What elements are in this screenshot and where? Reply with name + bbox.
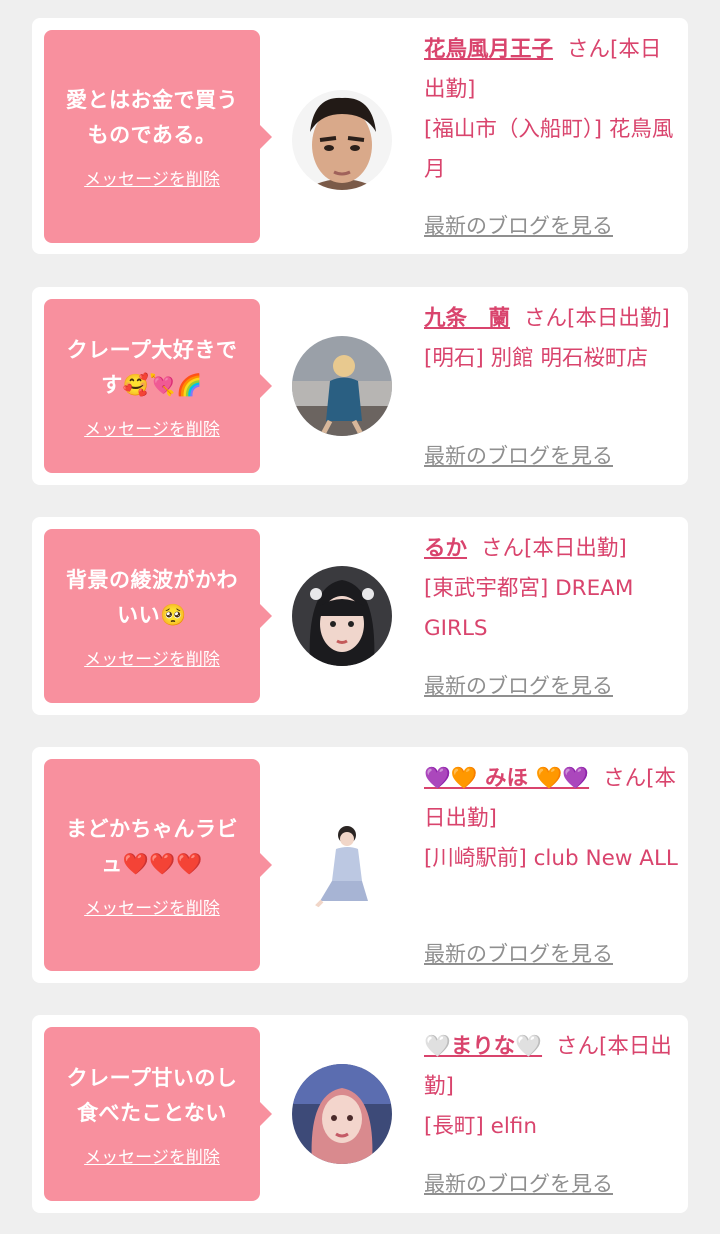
latest-blog-link[interactable]: 最新のブログを見る bbox=[424, 440, 613, 470]
avatar-photo bbox=[292, 566, 392, 666]
delete-message-link[interactable]: メッセージを削除 bbox=[84, 415, 220, 440]
cast-info: るか さん[本日出勤] [東武宇都宮] DREAM GIRLS bbox=[424, 529, 680, 649]
message-text: クレープ大好きです🥰💘🌈 bbox=[66, 337, 238, 397]
avatar-photo bbox=[292, 90, 392, 190]
message-card: クレープ大好きです🥰💘🌈 メッセージを削除 九条 蘭さん[本日出勤] [明石] … bbox=[32, 287, 688, 485]
cast-info: 💜🧡 みほ 🧡💜 さん[本日出勤] [川崎駅前] club New ALL bbox=[424, 759, 680, 879]
latest-blog-link[interactable]: 最新のブログを見る bbox=[424, 210, 613, 240]
cast-name-link[interactable]: 花鳥風月王子 bbox=[424, 37, 553, 62]
cast-name-link[interactable]: 🤍まりな🤍 bbox=[424, 1034, 542, 1059]
cast-name-link[interactable]: るか bbox=[424, 536, 467, 561]
cast-location: [川崎駅前] club New ALL bbox=[424, 846, 678, 871]
avatar[interactable] bbox=[292, 90, 392, 190]
message-text: まどかちゃんラビュ❤️❤️❤️ bbox=[66, 816, 238, 876]
cast-name-link[interactable]: 九条 蘭 bbox=[424, 306, 510, 331]
message-bubble: クレープ甘いのし食べたことない メッセージを削除 bbox=[44, 1027, 272, 1201]
cast-status: さん[本日出勤] bbox=[524, 306, 670, 331]
latest-blog-link[interactable]: 最新のブログを見る bbox=[424, 938, 613, 968]
cast-info: 九条 蘭さん[本日出勤] [明石] 別館 明石桜町店 bbox=[424, 299, 680, 379]
delete-message-link[interactable]: メッセージを削除 bbox=[84, 894, 220, 919]
latest-blog-link[interactable]: 最新のブログを見る bbox=[424, 670, 613, 700]
avatar[interactable] bbox=[292, 566, 392, 666]
cast-info: 花鳥風月王子 さん[本日出勤] [福山市（入船町）] 花鳥風月 bbox=[424, 30, 680, 190]
latest-blog-link[interactable]: 最新のブログを見る bbox=[424, 1168, 613, 1198]
cast-status: さん[本日出勤] bbox=[481, 536, 627, 561]
delete-message-link[interactable]: メッセージを削除 bbox=[84, 645, 220, 670]
avatar-photo bbox=[292, 336, 392, 436]
avatar-photo bbox=[292, 813, 392, 913]
message-bubble: 背景の綾波がかわいい🥺 メッセージを削除 bbox=[44, 529, 272, 703]
cast-location: [長町] elfin bbox=[424, 1114, 537, 1139]
message-bubble: クレープ大好きです🥰💘🌈 メッセージを削除 bbox=[44, 299, 272, 473]
message-card: クレープ甘いのし食べたことない メッセージを削除 🤍まりな🤍 さん[本日出勤] [… bbox=[32, 1015, 688, 1213]
cast-location: [東武宇都宮] DREAM GIRLS bbox=[424, 576, 634, 641]
cast-location: [福山市（入船町）] 花鳥風月 bbox=[424, 117, 674, 182]
message-text: 愛とはお金で買うものである。 bbox=[66, 88, 238, 147]
message-card: 愛とはお金で買うものである。 メッセージを削除 花鳥風月王子 さん[本日出勤] [… bbox=[32, 18, 688, 254]
message-card: まどかちゃんラビュ❤️❤️❤️ メッセージを削除 💜🧡 みほ 🧡💜 さん[本日出勤… bbox=[32, 747, 688, 983]
message-card: 背景の綾波がかわいい🥺 メッセージを削除 るか さん[本日出勤] [東武宇都宮] … bbox=[32, 517, 688, 715]
avatar[interactable] bbox=[292, 813, 392, 913]
cast-location: [明石] 別館 明石桜町店 bbox=[424, 346, 648, 371]
message-bubble: 愛とはお金で買うものである。 メッセージを削除 bbox=[44, 30, 272, 243]
message-list: 愛とはお金で買うものである。 メッセージを削除 花鳥風月王子 さん[本日出勤] [… bbox=[0, 0, 720, 1234]
message-text: クレープ甘いのし食べたことない bbox=[66, 1065, 238, 1125]
delete-message-link[interactable]: メッセージを削除 bbox=[84, 1143, 220, 1168]
cast-name-link[interactable]: 💜🧡 みほ 🧡💜 bbox=[424, 766, 589, 791]
avatar[interactable] bbox=[292, 1064, 392, 1164]
cast-info: 🤍まりな🤍 さん[本日出勤] [長町] elfin bbox=[424, 1027, 680, 1147]
avatar-photo bbox=[292, 1064, 392, 1164]
message-bubble: まどかちゃんラビュ❤️❤️❤️ メッセージを削除 bbox=[44, 759, 272, 971]
message-text: 背景の綾波がかわいい🥺 bbox=[66, 567, 238, 627]
delete-message-link[interactable]: メッセージを削除 bbox=[84, 165, 220, 190]
avatar[interactable] bbox=[292, 336, 392, 436]
